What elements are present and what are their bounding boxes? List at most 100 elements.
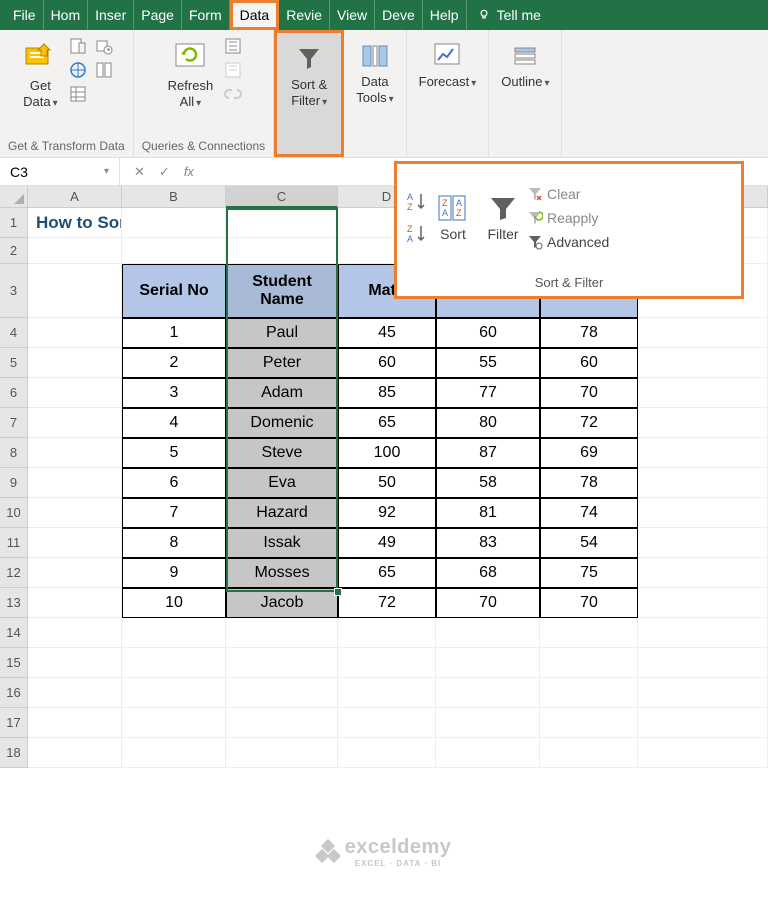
cell[interactable] [28,528,122,558]
cell[interactable]: 69 [540,438,638,468]
sort-filter-button[interactable]: Sort & Filter [274,30,344,157]
cell[interactable] [638,678,768,708]
recent-sources-icon[interactable] [94,36,114,56]
cell[interactable]: 68 [436,558,540,588]
cell[interactable] [122,708,226,738]
cell[interactable]: 70 [436,588,540,618]
cell[interactable] [28,498,122,528]
cell[interactable]: Domenic [226,408,338,438]
cell[interactable] [638,498,768,528]
from-table-icon[interactable] [68,84,88,104]
from-web-icon[interactable] [68,60,88,80]
menu-view[interactable]: View [330,0,375,30]
cancel-formula-icon[interactable]: ✕ [134,164,145,180]
cell[interactable]: 87 [436,438,540,468]
edit-links-icon[interactable] [223,84,243,104]
cell[interactable] [338,738,436,768]
cell[interactable] [436,678,540,708]
cell[interactable] [28,438,122,468]
cell[interactable] [638,348,768,378]
cell[interactable] [226,208,338,238]
row-header[interactable]: 8 [0,438,28,468]
refresh-all-button[interactable]: Refresh All [164,36,218,114]
cell[interactable]: 60 [540,348,638,378]
cell[interactable] [436,708,540,738]
cell[interactable]: 4 [122,408,226,438]
cell[interactable]: Mosses [226,558,338,588]
row-header[interactable]: 1 [0,208,28,238]
forecast-button[interactable]: Forecast [415,36,481,94]
cell[interactable]: Issak [226,528,338,558]
cell[interactable]: 70 [540,378,638,408]
cell[interactable]: 60 [436,318,540,348]
cell[interactable]: Peter [226,348,338,378]
row-header[interactable]: 13 [0,588,28,618]
row-header[interactable]: 3 [0,264,28,318]
cell[interactable]: 55 [436,348,540,378]
menu-page[interactable]: Page [134,0,182,30]
cell[interactable] [540,708,638,738]
outline-button[interactable]: Outline [497,36,553,94]
row-header[interactable]: 17 [0,708,28,738]
cell[interactable]: How to Sort Columns in Excel witho [28,208,122,238]
cell[interactable]: 7 [122,498,226,528]
queries-icon[interactable] [223,36,243,56]
cell[interactable]: Eva [226,468,338,498]
cell[interactable] [28,238,122,264]
row-header[interactable]: 9 [0,468,28,498]
row-header[interactable]: 18 [0,738,28,768]
menu-data[interactable]: Data [230,0,280,30]
cell[interactable]: 100 [338,438,436,468]
menu-deve[interactable]: Deve [375,0,423,30]
cell[interactable] [28,588,122,618]
cell[interactable]: 2 [122,348,226,378]
cell[interactable] [28,738,122,768]
cell[interactable] [638,558,768,588]
cell[interactable]: 5 [122,438,226,468]
cell[interactable] [226,238,338,264]
row-header[interactable]: 15 [0,648,28,678]
cell[interactable]: 83 [436,528,540,558]
cell[interactable]: Serial No [122,264,226,318]
cell[interactable] [436,738,540,768]
from-text-icon[interactable] [68,36,88,56]
row-header[interactable]: 5 [0,348,28,378]
cell[interactable]: 10 [122,588,226,618]
cell[interactable]: 75 [540,558,638,588]
name-box[interactable]: C3▾ [0,158,120,185]
cell[interactable]: 85 [338,378,436,408]
cell[interactable]: 80 [436,408,540,438]
cell[interactable]: 58 [436,468,540,498]
cell[interactable] [28,648,122,678]
cell[interactable]: 72 [338,588,436,618]
cell[interactable] [436,618,540,648]
cell[interactable]: Jacob [226,588,338,618]
cell[interactable] [122,618,226,648]
selection-fill-handle[interactable] [334,588,342,596]
cell[interactable]: 8 [122,528,226,558]
cell[interactable] [638,318,768,348]
cell[interactable] [122,648,226,678]
menu-inser[interactable]: Inser [88,0,134,30]
cell[interactable] [540,618,638,648]
cell[interactable] [638,588,768,618]
properties-icon[interactable] [223,60,243,80]
cell[interactable] [638,648,768,678]
cell[interactable]: Student Name [226,264,338,318]
row-header[interactable]: 10 [0,498,28,528]
column-header-B[interactable]: B [122,186,226,208]
cell[interactable] [638,408,768,438]
cell[interactable] [638,738,768,768]
cell[interactable] [638,708,768,738]
cell[interactable]: Steve [226,438,338,468]
cell[interactable] [338,618,436,648]
cell[interactable] [28,618,122,648]
cell[interactable]: 50 [338,468,436,498]
cell[interactable] [122,238,226,264]
row-header[interactable]: 12 [0,558,28,588]
cell[interactable] [122,678,226,708]
sort-desc-button[interactable]: ZA [405,222,429,246]
cell[interactable]: 1 [122,318,226,348]
cell[interactable] [226,708,338,738]
cell[interactable] [638,468,768,498]
